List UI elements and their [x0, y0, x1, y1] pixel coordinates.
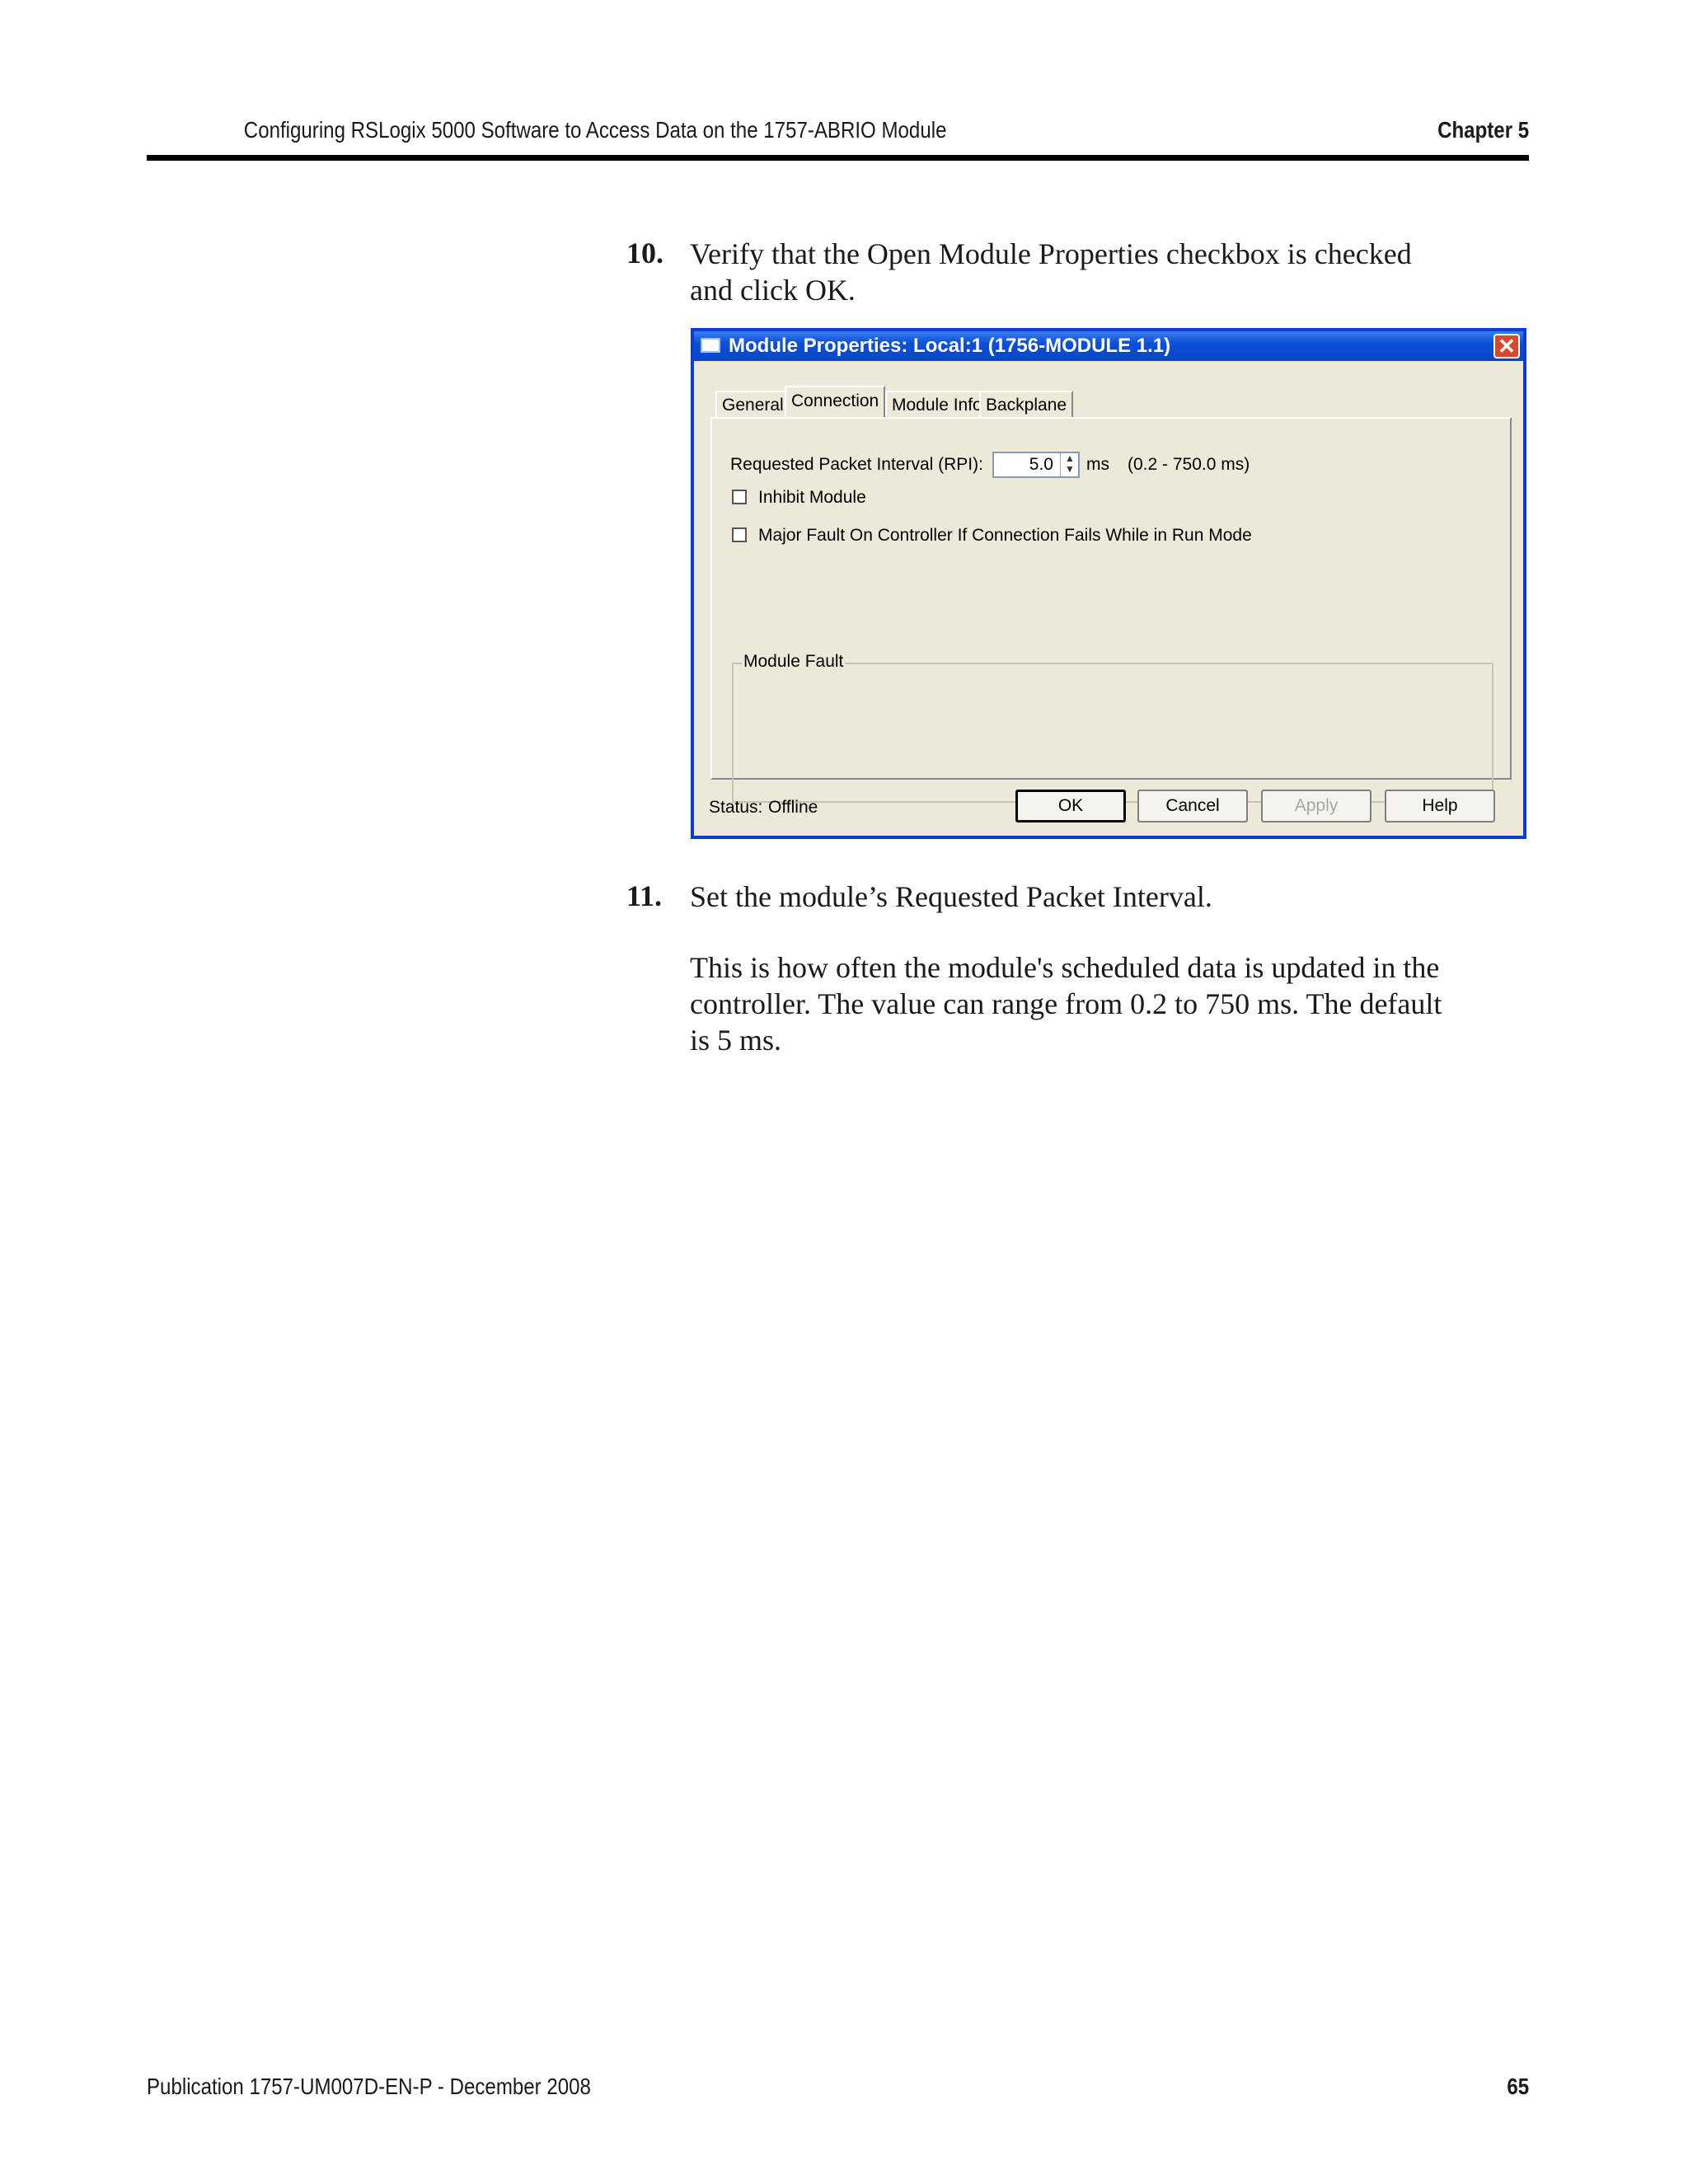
step-number: 10. — [626, 237, 663, 269]
rpi-unit: ms — [1086, 455, 1109, 474]
step-text: Verify that the Open Module Properties c… — [690, 236, 1539, 308]
spin-up-icon[interactable]: ▲ — [1065, 452, 1075, 464]
rpi-spinner[interactable]: ▲ ▼ — [1060, 453, 1079, 476]
title-bar[interactable]: Module Properties: Local:1 (1756-MODULE … — [694, 331, 1523, 361]
tab-module-info[interactable]: Module Info — [885, 391, 989, 417]
major-fault-checkbox[interactable] — [732, 527, 747, 542]
step-text: Set the module’s Requested Packet Interv… — [690, 879, 1539, 915]
step-line: Verify that the Open Module Properties c… — [690, 237, 1412, 270]
tab-backplane[interactable]: Backplane — [979, 391, 1074, 417]
inhibit-module-checkbox[interactable] — [732, 490, 747, 504]
running-header: Configuring RSLogix 5000 Software to Acc… — [243, 117, 946, 143]
spin-down-icon[interactable]: ▼ — [1065, 463, 1075, 475]
tab-general[interactable]: General — [715, 391, 790, 417]
page-number: 65 — [1507, 2074, 1529, 2099]
ok-button[interactable]: OK — [1015, 790, 1126, 823]
status-label: Status: — [709, 798, 763, 817]
status-value: Offline — [768, 798, 818, 817]
paragraph-line: controller. The value can range from 0.2… — [690, 987, 1442, 1020]
publication-footer: Publication 1757-UM007D-EN-P - December … — [147, 2074, 591, 2099]
dialog-title: Module Properties: Local:1 (1756-MODULE … — [729, 335, 1171, 357]
chapter-label: Chapter 5 — [1437, 117, 1529, 143]
step-number: 11. — [626, 879, 663, 912]
cancel-button[interactable]: Cancel — [1137, 790, 1248, 823]
connection-panel: Requested Packet Interval (RPI): 5.0 ▲ ▼ … — [710, 417, 1512, 803]
rpi-label: Requested Packet Interval (RPI): — [730, 455, 983, 474]
module-fault-group: Module Fault — [732, 652, 1493, 803]
inhibit-module-label[interactable]: Inhibit Module — [758, 488, 866, 508]
module-properties-dialog: Module Properties: Local:1 (1756-MODULE … — [691, 328, 1526, 839]
rpi-range: (0.2 - 750.0 ms) — [1128, 455, 1250, 474]
step-line: and click OK. — [690, 274, 856, 307]
close-icon: ✕ — [1498, 334, 1516, 359]
apply-button[interactable]: Apply — [1261, 790, 1372, 823]
body-paragraph: This is how often the module's scheduled… — [690, 949, 1539, 1058]
window-icon — [701, 338, 720, 353]
module-fault-label: Module Fault — [742, 652, 846, 672]
paragraph-line: This is how often the module's scheduled… — [690, 951, 1440, 984]
header-rule — [147, 155, 1529, 161]
tab-connection[interactable]: Connection — [785, 386, 886, 417]
major-fault-label[interactable]: Major Fault On Controller If Connection … — [758, 526, 1252, 546]
help-button[interactable]: Help — [1385, 790, 1495, 823]
paragraph-line: is 5 ms. — [690, 1024, 782, 1057]
close-button[interactable]: ✕ — [1493, 334, 1520, 359]
step-line: Set the module’s Requested Packet Interv… — [690, 880, 1212, 913]
